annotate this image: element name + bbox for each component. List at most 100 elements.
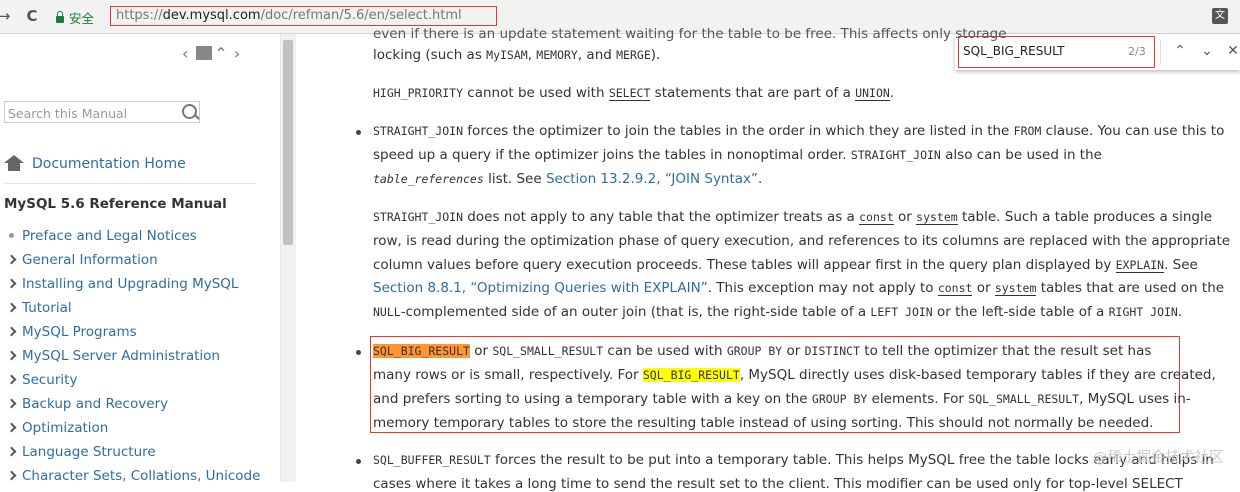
book-icon[interactable] [196, 46, 213, 60]
text: locking (such as [373, 47, 487, 63]
next-chevron-icon[interactable]: › [234, 44, 246, 63]
code-group-by: GROUP BY [726, 344, 783, 358]
toc-item-label: Security [22, 372, 78, 388]
text: , MySQL uses in- [1079, 391, 1191, 407]
toc-item-label: Language Structure [22, 444, 156, 460]
url-prefix: https:// [116, 8, 163, 23]
bullet-icon [9, 233, 14, 238]
search-icon[interactable] [182, 104, 197, 119]
toc-item[interactable]: Backup and Recovery [6, 394, 260, 418]
toc-item[interactable]: Optimization [6, 418, 260, 442]
translate-icon[interactable]: 文 [1212, 8, 1228, 24]
const-link[interactable]: const [859, 210, 894, 225]
find-next-chevron-down-icon[interactable]: ⌄ [1197, 41, 1217, 61]
toc-item[interactable]: Installing and Upgrading MySQL [6, 274, 260, 298]
text: . See [1164, 257, 1198, 273]
text: or [893, 209, 917, 225]
content-line: and prefers sorting to using a temporary… [373, 391, 1191, 407]
optimizing-queries-link[interactable]: Section 8.8.1, “Optimizing Queries with … [373, 280, 708, 296]
code-right-join: RIGHT JOIN [1108, 305, 1178, 319]
content-line: SQL_BUFFER_RESULT forces the result to b… [373, 452, 1214, 468]
content-line: table_references list. See Section 13.2.… [373, 171, 762, 187]
text: or [972, 280, 995, 296]
sidebar-divider [4, 183, 256, 184]
chevron-right-icon [6, 278, 17, 289]
explain-link[interactable]: EXPLAIN [1115, 258, 1165, 273]
find-close-icon[interactable]: ✕ [1223, 41, 1240, 61]
system-link[interactable]: system [994, 281, 1037, 296]
find-input[interactable] [963, 44, 1123, 58]
toc-item[interactable]: MySQL Programs [6, 322, 260, 346]
secure-label: 安全 [69, 11, 95, 26]
text: . [758, 171, 763, 187]
content-line: memory temporary tables to store the res… [373, 415, 1154, 431]
toc-item[interactable]: Security [6, 370, 260, 394]
text: can be used with [603, 343, 727, 359]
toc-item[interactable]: General Information [6, 250, 260, 274]
find-previous-chevron-up-icon[interactable]: ⌃ [1170, 41, 1190, 61]
toc-item-label: MySQL Server Administration [22, 348, 220, 364]
watermark: @稀土掘金技术社区 [1093, 450, 1224, 466]
code-straight-join: STRAIGHT_JOIN [373, 210, 464, 224]
lock-icon [56, 11, 64, 23]
text: does not apply to any table that the opt… [463, 209, 860, 225]
forward-arrow-icon[interactable]: → [0, 6, 14, 26]
text: many rows or is small, respectively. For [373, 367, 643, 383]
find-separator [1160, 40, 1161, 64]
code-straight-join: STRAIGHT_JOIN [373, 124, 464, 138]
code-sql-small-result: SQL_SMALL_RESULT [968, 392, 1080, 406]
code-straight-join: STRAIGHT_JOIN [850, 148, 941, 162]
bullet [356, 130, 361, 135]
content-line: Section 8.8.1, “Optimizing Queries with … [373, 280, 1224, 296]
sidebar-scrollbar-thumb[interactable] [283, 40, 293, 245]
up-chevron-icon[interactable]: ⌃ [214, 44, 233, 63]
text: . [889, 85, 895, 101]
code-myisam: MyISAM [486, 48, 528, 62]
code-null: NULL [373, 305, 401, 319]
code-left-join: LEFT JOIN [870, 305, 933, 319]
text: clause. You can use this to [1041, 123, 1225, 139]
manual-search-input[interactable] [8, 106, 168, 121]
code-high-priority: HIGH_PRIORITY [373, 86, 464, 100]
code-memory: MEMORY [536, 48, 578, 62]
text: , and [577, 47, 617, 63]
text: ). [650, 47, 661, 63]
content-line: NULL-complemented side of an outer join … [373, 304, 1182, 320]
toc-item[interactable]: Preface and Legal Notices [8, 226, 260, 250]
const-link[interactable]: const [937, 281, 973, 296]
content-line: HIGH_PRIORITY cannot be used with SELECT… [373, 85, 894, 101]
content-line: STRAIGHT_JOIN does not apply to any tabl… [373, 209, 1212, 225]
code-merge: MERGE [616, 48, 651, 62]
reload-icon[interactable]: C [22, 6, 42, 26]
chevron-right-icon [6, 398, 17, 409]
text: elements. For [867, 391, 969, 407]
search-match-active: SQL_BIG_RESULT [373, 344, 470, 358]
text: table. Such a table produces a single [957, 209, 1213, 225]
toc-item[interactable]: MySQL Server Administration [6, 346, 260, 370]
secure-indicator[interactable]: 安全 [56, 8, 94, 27]
content-line: locking (such as MyISAM, MEMORY, and MER… [373, 47, 660, 63]
text: statements that are part of a [650, 85, 856, 101]
toc-item-label: Installing and Upgrading MySQL [22, 276, 239, 292]
select-link[interactable]: SELECT [608, 86, 651, 101]
text: or [469, 343, 493, 359]
url-host: dev.mysql.com [162, 8, 261, 23]
address-bar[interactable]: https://dev.mysql.com/doc/refman/5.6/en/… [116, 8, 462, 23]
bullet [356, 459, 361, 464]
toc-item-label: Optimization [22, 420, 109, 436]
code-table-references: table_references [373, 172, 484, 186]
system-link[interactable]: system [916, 210, 958, 225]
home-icon [4, 155, 24, 171]
chevron-right-icon [6, 470, 17, 481]
prev-chevron-icon[interactable]: ‹ [182, 44, 194, 63]
join-syntax-link[interactable]: Section 13.2.9.2, “JOIN Syntax” [546, 171, 758, 187]
chevron-right-icon [6, 302, 17, 313]
code-group-by: GROUP BY [811, 392, 868, 406]
toc-item-label: General Information [22, 252, 158, 268]
search-match: SQL_BIG_RESULT [642, 368, 740, 382]
union-link[interactable]: UNION [855, 86, 890, 101]
toc-item-label: Tutorial [22, 300, 72, 316]
toc-item[interactable]: Character Sets, Collations, Unicode [6, 466, 260, 490]
toc-item[interactable]: Language Structure [6, 442, 260, 466]
toc-item[interactable]: Tutorial [6, 298, 260, 322]
